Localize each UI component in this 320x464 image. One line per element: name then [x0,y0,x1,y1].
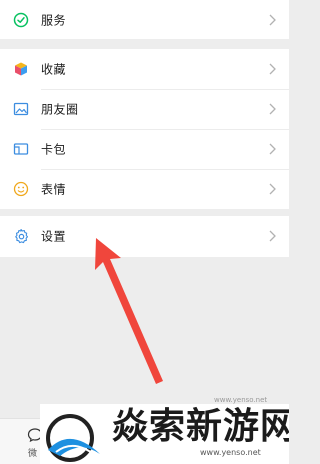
services-icon [12,11,30,29]
menu-item-moments[interactable]: 朋友圈 [0,89,289,129]
services-group: 服务 [0,0,289,39]
menu-item-services-label: 服务 [41,13,67,28]
settings-group: 设置 [0,216,289,257]
menu-item-favorites-label: 收藏 [41,62,67,77]
features-group: 收藏 朋友圈 卡包 表情 [0,49,289,209]
chevron-right-icon [269,230,276,242]
menu-item-services[interactable]: 服务 [0,0,289,40]
watermark-title: 焱索新游网 [112,406,289,447]
menu-item-favorites[interactable]: 收藏 [0,49,289,89]
watermark: 焱索新游网 www.yenso.net [40,404,289,464]
menu-item-settings-label: 设置 [41,229,67,244]
smiley-icon [12,180,30,198]
tab-chats-label: 微 [28,449,38,459]
chevron-right-icon [269,103,276,115]
chevron-right-icon [269,14,276,26]
menu-item-cards[interactable]: 卡包 [0,129,289,169]
menu-item-moments-label: 朋友圈 [41,102,79,117]
menu-item-cards-label: 卡包 [41,142,67,157]
menu-item-settings[interactable]: 设置 [0,216,289,256]
watermark-url: www.yenso.net [200,448,261,457]
favorites-cube-icon [12,60,30,78]
me-page: 服务 收藏 朋友圈 卡包 表情 设置 微 www.yenso.net 焱索新游网… [0,0,289,464]
menu-item-stickers[interactable]: 表情 [0,169,289,209]
menu-item-stickers-label: 表情 [41,182,67,197]
chevron-right-icon [269,63,276,75]
chevron-right-icon [269,143,276,155]
site-url-small: www.yenso.net [214,396,268,404]
chevron-right-icon [269,183,276,195]
watermark-logo [46,414,100,462]
card-wallet-icon [12,140,30,158]
gear-icon [12,227,30,245]
moments-image-icon [12,100,30,118]
